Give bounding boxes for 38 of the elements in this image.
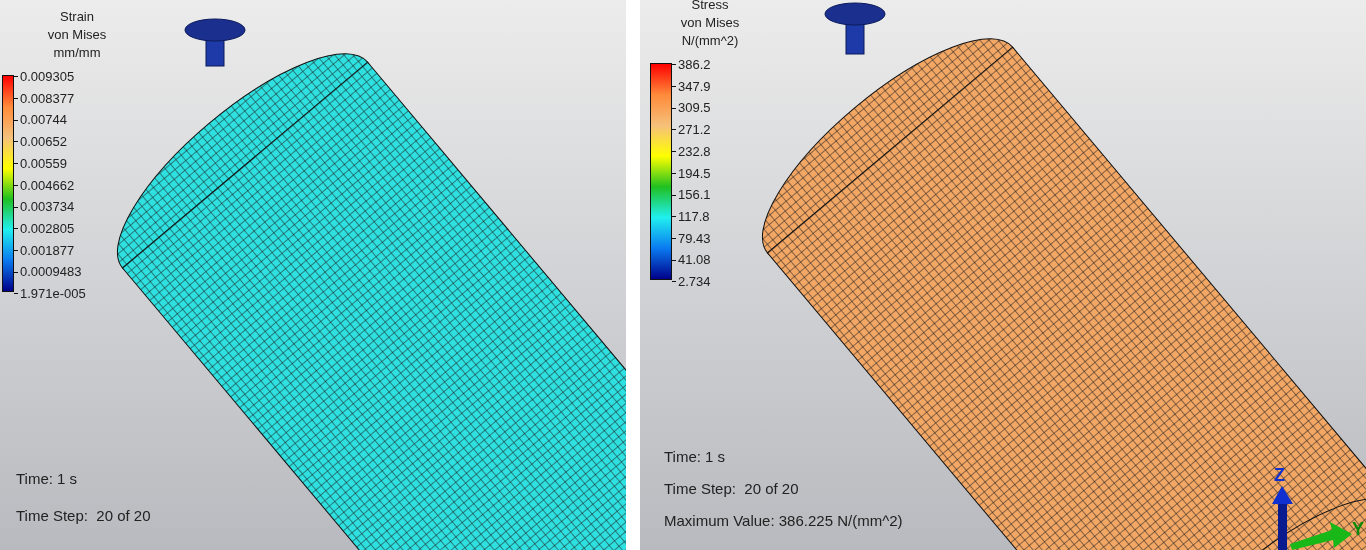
scale-value: 0.00744	[20, 111, 67, 130]
bolt-drawing	[824, 2, 886, 55]
info-text: Time Step: 20 of 20	[16, 507, 151, 525]
axis-label: Y	[1352, 520, 1364, 538]
scale-value: 2.734	[678, 273, 711, 292]
legend-title: mm/mm	[53, 44, 101, 62]
scale-value: 0.001877	[20, 241, 75, 260]
scale-value: 41.08	[678, 251, 711, 270]
scale-value: 1.971e-005	[20, 285, 86, 304]
scale-value: 309.5	[678, 99, 711, 118]
info-text: Maximum Value: 386.225 N/(mm^2)	[664, 512, 903, 530]
scale-value: 347.9	[678, 77, 711, 96]
scale-value: 194.5	[678, 164, 711, 183]
scale-value: 0.0009483	[20, 263, 82, 282]
scale-value: 232.8	[678, 142, 711, 161]
scale-value: 0.008377	[20, 89, 75, 108]
scale-value: 0.004662	[20, 176, 75, 195]
scale-value: 386.2	[678, 56, 711, 74]
legend-title: N/(mm^2)	[681, 32, 739, 50]
scale-value: 0.00652	[20, 133, 67, 152]
scale-value: 156.1	[678, 186, 711, 205]
legend-title: von Mises	[680, 14, 740, 32]
axis-label: Z	[1274, 466, 1285, 484]
scale-value: 271.2	[678, 121, 711, 140]
scale-value: 0.009305	[20, 68, 75, 86]
scale-value: 0.002805	[20, 219, 75, 238]
scale-value: 0.003734	[20, 198, 75, 217]
info-text: Time: 1 s	[664, 448, 727, 466]
axis-arrows-icon	[1272, 484, 1354, 550]
info-text: Time: 1 s	[16, 470, 79, 488]
scale-value: 0.00559	[20, 154, 67, 173]
scale-value: 79.43	[678, 229, 711, 248]
legend-title: von Mises	[47, 26, 107, 44]
legend-title: Stress	[691, 0, 729, 14]
bolt-drawing	[184, 18, 246, 67]
legend-title: Strain	[60, 8, 94, 26]
info-text: Time Step: 20 of 20	[664, 480, 800, 498]
scale-value: 117.8	[678, 207, 710, 226]
